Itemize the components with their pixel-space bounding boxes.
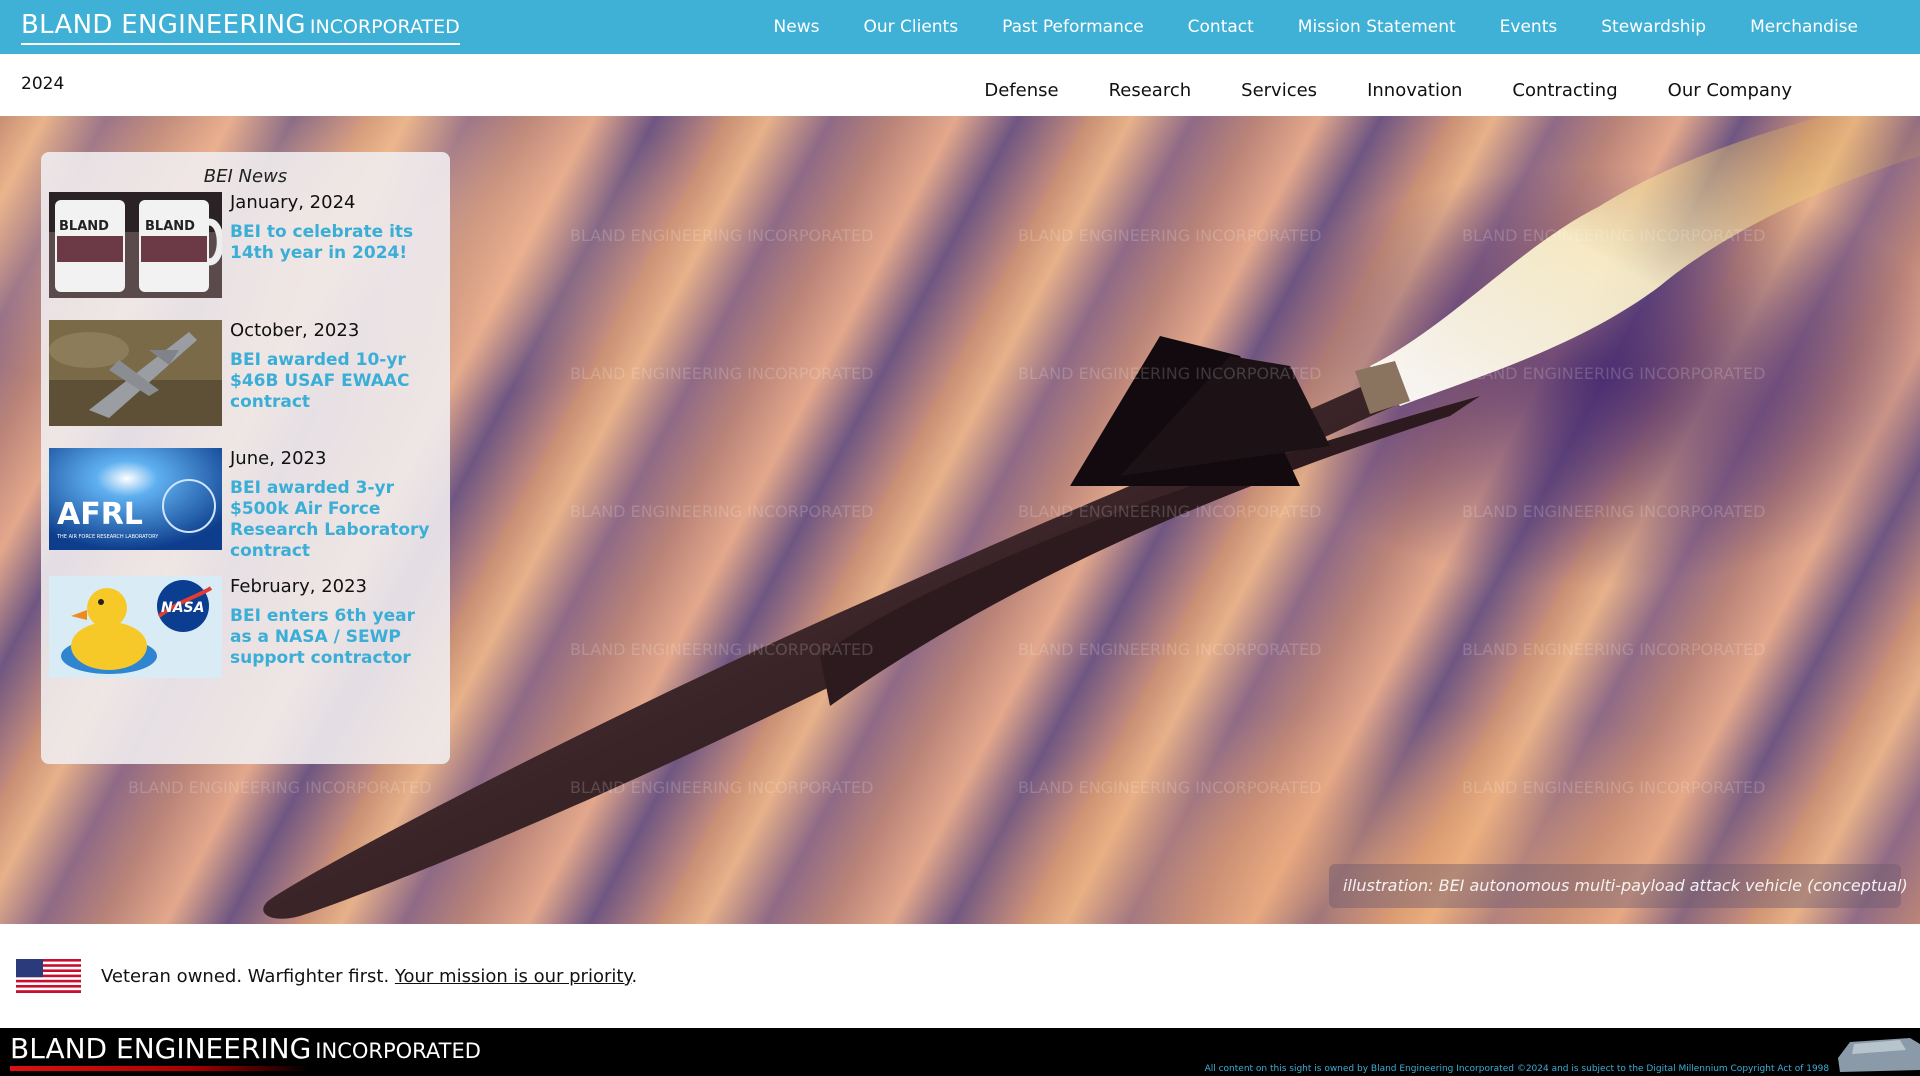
news-panel: BEI News BLAND BLAND January, 2024 BEI t… [41, 152, 450, 764]
watermark-text: BLAND ENGINEERING INCORPORATED [1018, 778, 1322, 797]
news-item: October, 2023 BEI awarded 10-yr $46B USA… [49, 320, 444, 430]
subnav-our-company[interactable]: Our Company [1668, 80, 1792, 101]
footer-brand: BLAND ENGINEERING INCORPORATED [10, 1032, 481, 1065]
tagline-end: . [631, 966, 638, 987]
hero-banner: BLAND ENGINEERING INCORPORATED BLAND ENG… [0, 116, 1920, 924]
watermark-text: BLAND ENGINEERING INCORPORATED [570, 778, 874, 797]
watermark-text: BLAND ENGINEERING INCORPORATED [1462, 640, 1766, 659]
fighter-jet-photo-icon[interactable] [49, 320, 222, 426]
copyright-notice: All content on this sight is owned by Bl… [1204, 1064, 1832, 1074]
watermark-text: BLAND ENGINEERING INCORPORATED [1018, 640, 1322, 659]
footer-red-underline [10, 1066, 310, 1071]
news-date: January, 2024 [230, 192, 356, 213]
footer-brand-sub: INCORPORATED [315, 1039, 481, 1063]
hero-caption: illustration: BEI autonomous multi-paylo… [1329, 864, 1908, 908]
nav-merchandise[interactable]: Merchandise [1750, 17, 1858, 37]
brand-logo[interactable]: BLAND ENGINEERING INCORPORATED [21, 10, 460, 45]
us-flag-icon [16, 959, 81, 993]
watermark-text: BLAND ENGINEERING INCORPORATED [570, 364, 874, 383]
nav-mission-statement[interactable]: Mission Statement [1298, 17, 1456, 37]
afrl-logo-icon[interactable]: AFRL THE AIR FORCE RESEARCH LABORATORY [49, 448, 222, 554]
news-panel-title: BEI News [203, 166, 288, 187]
nasa-label: NASA [161, 600, 204, 616]
watermark-text: BLAND ENGINEERING INCORPORATED [1462, 364, 1766, 383]
nav-past-performance[interactable]: Past Peformance [1002, 17, 1144, 37]
tagline-statement: Veteran owned. Warfighter first. [101, 966, 395, 987]
mission-priority-link[interactable]: Your mission is our priority [395, 966, 632, 987]
footer: BLAND ENGINEERING INCORPORATED All conten… [0, 1028, 1920, 1076]
nav-contact[interactable]: Contact [1188, 17, 1254, 37]
news-item: BLAND BLAND January, 2024 BEI to celebra… [49, 192, 444, 302]
subnav-innovation[interactable]: Innovation [1367, 80, 1462, 101]
news-headline-link[interactable]: BEI to celebrate its 14th year in 2024! [230, 222, 442, 264]
news-date: June, 2023 [230, 448, 327, 469]
watermark-text: BLAND ENGINEERING INCORPORATED [570, 640, 874, 659]
news-date: February, 2023 [230, 576, 368, 597]
watermark-text: BLAND ENGINEERING INCORPORATED [570, 502, 874, 521]
news-headline-link[interactable]: BEI awarded 10-yr $46B USAF EWAAC contra… [230, 350, 442, 413]
watermark-text: BLAND ENGINEERING INCORPORATED [570, 226, 874, 245]
nav-stewardship[interactable]: Stewardship [1601, 17, 1706, 37]
nav-news[interactable]: News [774, 17, 820, 37]
rubber-duck-nasa-icon[interactable]: NASA [49, 576, 222, 682]
brand-main: BLAND ENGINEERING [21, 10, 306, 40]
subnav-contracting[interactable]: Contracting [1512, 80, 1617, 101]
news-item: AFRL THE AIR FORCE RESEARCH LABORATORY J… [49, 448, 444, 561]
news-headline-link[interactable]: BEI enters 6th year as a NASA / SEWP sup… [230, 606, 442, 669]
top-bar: BLAND ENGINEERING INCORPORATED News Our C… [0, 0, 1920, 54]
watermark-text: BLAND ENGINEERING INCORPORATED [1018, 364, 1322, 383]
news-headline-link[interactable]: BEI awarded 3-yr $500k Air Force Researc… [230, 478, 442, 562]
top-nav: News Our Clients Past Peformance Contact… [730, 17, 1858, 37]
mug-label: BLAND [145, 219, 195, 234]
subnav-services[interactable]: Services [1241, 80, 1317, 101]
nav-our-clients[interactable]: Our Clients [863, 17, 958, 37]
tagline-bar: Veteran owned. Warfighter first. Your mi… [0, 924, 1920, 1028]
watermark-text: BLAND ENGINEERING INCORPORATED [1462, 502, 1766, 521]
footer-brand-main: BLAND ENGINEERING [10, 1032, 312, 1065]
watermark-text: BLAND ENGINEERING INCORPORATED [1018, 226, 1322, 245]
afrl-label: AFRL [57, 497, 143, 532]
watermark-text: BLAND ENGINEERING INCORPORATED [1462, 778, 1766, 797]
sub-bar: 2024 Defense Research Services Innovatio… [0, 54, 1920, 116]
subnav-research[interactable]: Research [1109, 80, 1192, 101]
mug-label: BLAND [59, 219, 109, 234]
subnav-defense[interactable]: Defense [984, 80, 1058, 101]
tagline-text: Veteran owned. Warfighter first. Your mi… [101, 966, 637, 987]
sub-nav: Defense Research Services Innovation Con… [934, 80, 1792, 101]
watermark-text: BLAND ENGINEERING INCORPORATED [128, 778, 432, 797]
nav-events[interactable]: Events [1500, 17, 1558, 37]
watermark-text: BLAND ENGINEERING INCORPORATED [1462, 226, 1766, 245]
year-label: 2024 [21, 74, 65, 94]
car-image-icon [1830, 1028, 1920, 1076]
mugs-photo-icon[interactable]: BLAND BLAND [49, 192, 222, 298]
news-date: October, 2023 [230, 320, 360, 341]
afrl-sub-label: THE AIR FORCE RESEARCH LABORATORY [56, 534, 159, 540]
news-item: NASA February, 2023 BEI enters 6th year … [49, 576, 444, 686]
watermark-text: BLAND ENGINEERING INCORPORATED [1018, 502, 1322, 521]
brand-sub: INCORPORATED [309, 16, 460, 38]
